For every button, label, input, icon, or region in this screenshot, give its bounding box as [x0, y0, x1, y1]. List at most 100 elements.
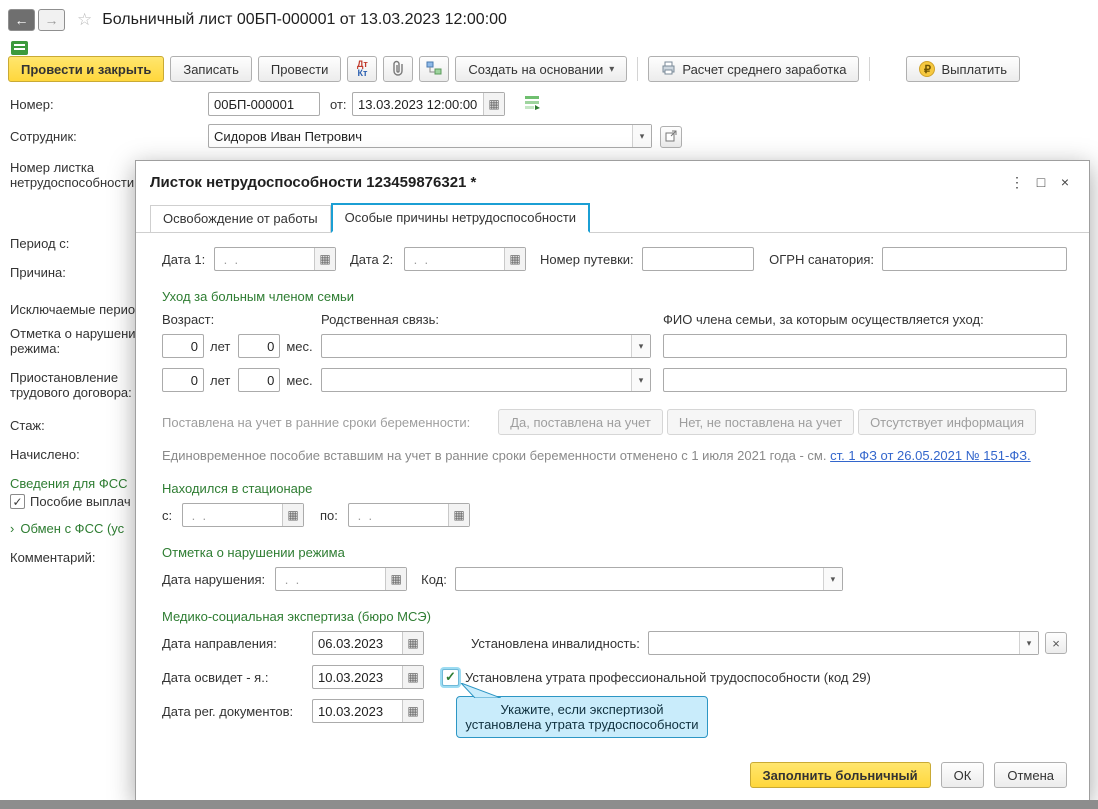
open-employee-button[interactable]	[660, 126, 682, 148]
calendar-icon[interactable]: ▦	[504, 248, 525, 270]
fio-input-1[interactable]	[664, 338, 1066, 354]
age-years-field-1	[162, 334, 204, 358]
pregnancy-label: Поставлена на учет в ранние сроки береме…	[162, 414, 471, 430]
violation-date-label: Дата нарушения:	[162, 571, 266, 587]
maximize-icon: □	[1036, 174, 1046, 190]
age-cell-2: лет мес.	[162, 368, 321, 392]
tab-release-from-work[interactable]: Освобождение от работы	[150, 205, 331, 233]
pay-button[interactable]: ₽ Выплатить	[906, 56, 1020, 82]
dialog-menu-button[interactable]: ⋮	[1005, 172, 1029, 192]
benefit-paid-checkbox[interactable]: ✓	[10, 494, 25, 509]
age-months-field-2	[238, 368, 281, 392]
mse-section-header: Медико-социальная экспертиза (бюро МСЭ)	[162, 609, 431, 624]
calendar-icon[interactable]: ▦	[402, 666, 423, 688]
hospital-row: с: ▦ по: ▦	[162, 503, 1067, 527]
calendar-icon[interactable]: ▦	[314, 248, 335, 270]
suspension-label-2: трудового договора:	[10, 385, 132, 400]
dropdown-icon[interactable]: ▾	[632, 125, 651, 147]
ogrn-input[interactable]	[883, 251, 1066, 267]
mse-direction-label: Дата направления:	[162, 635, 277, 651]
average-earnings-button[interactable]: Расчет среднего заработка	[648, 56, 860, 82]
cancel-button[interactable]: Отмена	[994, 762, 1067, 788]
dt-kt-button[interactable]: Дт Кт	[347, 56, 378, 82]
fss-exchange-link[interactable]: › Обмен с ФСС (ус	[10, 521, 124, 536]
dropdown-icon[interactable]: ▾	[631, 335, 650, 357]
checkbox-tooltip: Укажите, если экспертизой установлена ут…	[456, 682, 708, 738]
calendar-icon[interactable]: ▦	[483, 93, 504, 115]
main-window: ← → ☆ Больничный лист 00БП-000001 от 13.…	[0, 0, 1098, 809]
hospital-section-header: Находился в стационаре	[162, 481, 313, 496]
document-date-input[interactable]	[353, 96, 483, 112]
mse-docs-input[interactable]	[313, 703, 402, 719]
fill-sick-leave-button[interactable]: Заполнить больничный	[749, 762, 931, 788]
favorite-star-icon[interactable]: ☆	[77, 10, 92, 30]
fio-field-2	[663, 368, 1067, 392]
age-months-input-2[interactable]	[239, 372, 280, 388]
create-on-basis-button[interactable]: Создать на основании ▾	[455, 56, 628, 82]
employee-input[interactable]	[209, 128, 632, 144]
hospital-to-input[interactable]	[349, 507, 448, 523]
voucher-input[interactable]	[642, 251, 753, 267]
violation-date-input[interactable]	[276, 571, 386, 587]
sick-leave-certificate-dialog: Листок нетрудоспособности 123459876321 *…	[135, 160, 1090, 801]
calendar-icon[interactable]: ▦	[282, 504, 303, 526]
write-button[interactable]: Записать	[170, 56, 252, 82]
hospital-from-field: ▦	[182, 503, 304, 527]
hospital-from-input[interactable]	[183, 507, 282, 523]
mse-direction-row: Дата направления: ▦ Установлена инвалидн…	[162, 631, 1067, 655]
dialog-maximize-button[interactable]: □	[1029, 172, 1053, 192]
tab-special-reasons[interactable]: Особые причины нетрудоспособности	[330, 203, 591, 233]
number-field	[208, 92, 320, 116]
experience-label: Стаж:	[10, 418, 45, 433]
dropdown-icon[interactable]: ▾	[1019, 632, 1038, 654]
reason-label: Причина:	[10, 265, 66, 280]
dialog-content: Дата 1: ▦ Дата 2: ▦ Номер путевки: ОГРН …	[136, 247, 1089, 723]
dropdown-icon[interactable]: ▾	[631, 369, 650, 391]
disability-clear-button[interactable]: ×	[1045, 632, 1067, 654]
pregnancy-yes-button[interactable]: Да, поставлена на учет	[498, 409, 663, 435]
law-link[interactable]: ст. 1 ФЗ от 26.05.2021 № 151-ФЗ.	[830, 448, 1031, 463]
date1-input[interactable]	[215, 251, 314, 267]
age-years-input-2[interactable]	[163, 372, 203, 388]
pregnancy-unknown-button[interactable]: Отсутствует информация	[858, 409, 1037, 435]
dropdown-icon[interactable]: ▾	[822, 568, 842, 590]
fill-schedule-icon[interactable]	[524, 95, 541, 113]
calendar-icon[interactable]: ▦	[448, 504, 469, 526]
loss-of-ability-checkbox[interactable]: ✓	[442, 668, 459, 686]
forward-button[interactable]: →	[38, 9, 65, 31]
voucher-label: Номер путевки:	[540, 251, 634, 267]
attachments-button[interactable]	[383, 56, 414, 82]
chevron-down-icon: ▾	[609, 63, 615, 75]
age-months-input-1[interactable]	[239, 338, 280, 354]
mse-exam-input[interactable]	[313, 669, 402, 685]
tooltip-line-1: Укажите, если экспертизой	[500, 702, 664, 717]
violation-mark-label: Отметка о нарушени	[10, 326, 136, 341]
date2-input[interactable]	[405, 251, 504, 267]
related-documents-button[interactable]	[419, 56, 450, 82]
benefit-paid-row: ✓ Пособие выплач	[10, 494, 131, 509]
post-and-close-button[interactable]: Провести и закрыть	[8, 56, 165, 82]
age-years-input-1[interactable]	[163, 338, 203, 354]
pay-label: Выплатить	[941, 61, 1007, 77]
violation-code-input[interactable]	[455, 571, 823, 587]
disability-combo: ▾	[647, 631, 1039, 655]
fio-input-2[interactable]	[664, 372, 1066, 388]
post-button[interactable]: Провести	[257, 56, 342, 82]
relation-input-1[interactable]	[322, 338, 631, 354]
relation-label: Родственная связь:	[321, 312, 439, 327]
calendar-icon[interactable]: ▦	[402, 700, 423, 722]
dialog-tabs: Освобождение от работы Особые причины не…	[136, 199, 1089, 233]
mse-direction-input[interactable]	[313, 635, 402, 651]
pregnancy-no-button[interactable]: Нет, не поставлена на учет	[666, 409, 855, 435]
years-label: лет	[210, 372, 231, 388]
calendar-icon[interactable]: ▦	[402, 632, 423, 654]
relation-input-2[interactable]	[322, 372, 631, 388]
ok-button[interactable]: ОК	[940, 762, 985, 788]
disability-input[interactable]	[648, 635, 1019, 651]
dialog-close-button[interactable]: ×	[1053, 172, 1077, 192]
back-button[interactable]: ←	[8, 9, 35, 31]
number-input[interactable]	[209, 96, 319, 112]
suspension-label: Приостановление	[10, 370, 119, 385]
dt-kt-icon: Дт Кт	[357, 59, 368, 78]
calendar-icon[interactable]: ▦	[385, 568, 407, 590]
